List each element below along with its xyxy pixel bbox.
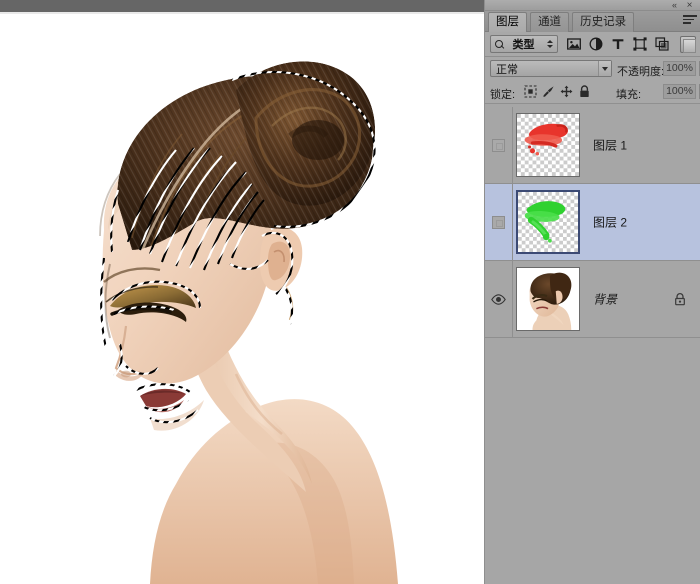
document-canvas-area[interactable] <box>0 0 484 584</box>
portrait-photo-thumbnail <box>517 268 579 330</box>
layer-visibility-toggle[interactable] <box>485 184 513 260</box>
opacity-label: 不透明度: <box>617 63 664 79</box>
table-row[interactable]: 背景 <box>485 261 700 338</box>
green-brushstroke-thumbnail <box>518 192 578 252</box>
eye-off-icon <box>492 139 505 152</box>
blend-mode-dropdown[interactable]: 正常 <box>490 60 612 77</box>
filter-type-label: 类型 <box>504 36 545 52</box>
lock-image-pixels-icon[interactable] <box>542 85 555 98</box>
shape-layer-filter-icon[interactable] <box>633 37 647 51</box>
document-image <box>0 14 484 584</box>
blend-mode-label: 正常 <box>491 61 598 77</box>
dock-title-bar: « × <box>485 0 700 11</box>
panel-menu-icon[interactable] <box>683 15 697 27</box>
chevron-updown-icon <box>545 40 554 48</box>
adjustment-layer-filter-icon[interactable] <box>589 37 603 51</box>
layer-name-label: 图层 1 <box>593 137 627 154</box>
lock-transparent-pixels-icon[interactable] <box>524 85 537 98</box>
layer-visibility-toggle[interactable] <box>485 107 513 183</box>
layer-filter-row: 类型 <box>485 32 700 57</box>
table-row[interactable]: 图层 1 <box>485 107 700 184</box>
lock-position-icon[interactable] <box>560 85 573 98</box>
eye-icon <box>491 294 506 305</box>
opacity-input[interactable]: 100% <box>663 61 696 76</box>
type-layer-filter-icon[interactable] <box>611 37 625 51</box>
fill-input[interactable]: 100% <box>663 84 696 99</box>
layers-panel-dock: « × 图层 通道 历史记录 类型 <box>484 0 700 584</box>
lock-label: 锁定: <box>490 86 515 102</box>
tab-channels[interactable]: 通道 <box>530 12 569 32</box>
pixel-layer-filter-icon[interactable] <box>567 37 581 51</box>
layer-thumbnail[interactable] <box>516 267 580 331</box>
tab-history[interactable]: 历史记录 <box>572 12 634 32</box>
smart-object-filter-icon[interactable] <box>655 37 669 51</box>
close-icon[interactable]: × <box>683 0 696 11</box>
portrait-illustration <box>0 14 484 584</box>
panel-tab-strip: 图层 通道 历史记录 <box>485 11 700 32</box>
layer-thumbnail[interactable] <box>516 113 580 177</box>
lock-all-icon[interactable] <box>578 85 591 98</box>
blend-opacity-row: 正常 不透明度: 100% <box>485 57 700 80</box>
tab-layers[interactable]: 图层 <box>488 12 527 32</box>
table-row[interactable]: 图层 2 <box>485 184 700 261</box>
canvas-top-bar <box>0 0 484 12</box>
layer-name-label: 背景 <box>593 291 617 308</box>
layer-name-label: 图层 2 <box>593 214 627 231</box>
lock-fill-row: 锁定: <box>485 80 700 104</box>
filter-enable-switch[interactable] <box>680 36 696 53</box>
layer-thumbnail[interactable] <box>516 190 580 254</box>
search-icon <box>495 40 504 49</box>
canvas-stage[interactable] <box>0 14 484 584</box>
collapse-panels-icon[interactable]: « <box>668 0 681 11</box>
photoshop-window: « × 图层 通道 历史记录 类型 <box>0 0 700 584</box>
lock-icon <box>674 293 686 306</box>
fill-label: 填充: <box>616 86 641 102</box>
chevron-down-icon <box>598 61 611 76</box>
red-brushstroke-thumbnail <box>517 114 579 176</box>
layer-list[interactable]: 图层 1 <box>485 107 700 584</box>
filter-type-dropdown[interactable]: 类型 <box>490 35 558 53</box>
eye-off-icon <box>492 216 505 229</box>
layer-visibility-toggle[interactable] <box>485 261 513 337</box>
